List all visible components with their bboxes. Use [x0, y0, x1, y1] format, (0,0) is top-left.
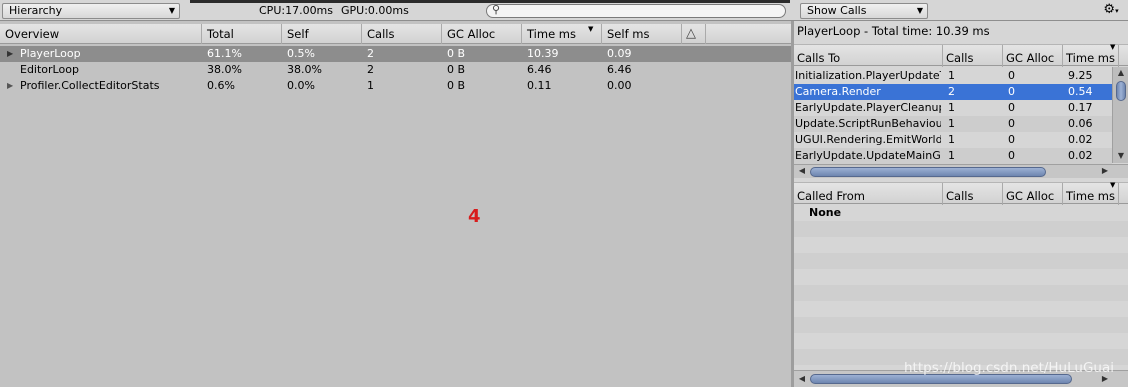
detail-mode-dropdown[interactable]: Show Calls ▼	[800, 3, 928, 19]
empty-row	[794, 317, 1128, 333]
toolbar-top-divider	[190, 0, 790, 3]
called-from-header: Called From Calls GC Alloc Time ms ▼	[794, 181, 1128, 205]
profiler-toolbar: Hierarchy ▼ CPU:17.00ms GPU:0.00ms ⚲ Sho…	[0, 0, 1128, 21]
sort-descending-icon: ▼	[1110, 181, 1116, 189]
column-called-from[interactable]: Called From	[794, 183, 943, 205]
column-gc-alloc[interactable]: GC Alloc	[1003, 183, 1063, 205]
column-self[interactable]: Self	[282, 24, 362, 44]
hierarchy-header: Overview Total Self Calls GC Alloc Time …	[0, 24, 791, 44]
empty-row	[794, 301, 1128, 317]
list-item[interactable]: Camera.Render 2 0 0.54	[794, 84, 1112, 100]
column-total[interactable]: Total	[202, 24, 282, 44]
gear-icon[interactable]: ⚙▾	[1100, 2, 1122, 18]
column-time-ms-label: Time ms	[527, 27, 576, 41]
column-gc-alloc[interactable]: GC Alloc	[442, 24, 522, 44]
dropdown-arrow-icon: ▼	[916, 6, 923, 15]
column-overview[interactable]: Overview	[0, 24, 202, 44]
column-self-ms[interactable]: Self ms	[602, 24, 682, 44]
scroll-left-arrow-icon[interactable]: ◀	[796, 374, 808, 383]
list-item[interactable]: EarlyUpdate.PlayerCleanupCachedData 1 0 …	[794, 100, 1112, 116]
table-row[interactable]: ▶ Profiler.CollectEditorStats 0.6% 0.0% …	[0, 78, 791, 94]
details-title: PlayerLoop - Total time: 10.39 ms	[797, 24, 990, 38]
expand-arrow-icon[interactable]: ▶	[7, 78, 13, 94]
list-item[interactable]: Update.ScriptRunBehaviourUpdate 1 0 0.06	[794, 116, 1112, 132]
column-gc-alloc[interactable]: GC Alloc	[1003, 45, 1063, 67]
table-row[interactable]: EditorLoop 38.0% 38.0% 2 0 B 6.46 6.46	[0, 62, 791, 78]
calls-to-horizontal-scrollbar[interactable]: ◀ ▶	[794, 164, 1128, 178]
sort-descending-icon: ▼	[1110, 43, 1116, 51]
empty-row	[794, 333, 1128, 349]
column-calls[interactable]: Calls	[943, 183, 1003, 205]
scroll-left-arrow-icon[interactable]: ◀	[796, 166, 808, 175]
empty-row	[794, 269, 1128, 285]
table-row[interactable]: ▶ PlayerLoop 61.1% 0.5% 2 0 B 10.39 0.09	[0, 46, 791, 62]
annotation-marker: 4	[468, 206, 481, 227]
view-mode-dropdown[interactable]: Hierarchy ▼	[2, 3, 180, 19]
scrollbar-thumb[interactable]	[1116, 81, 1126, 101]
empty-row	[794, 285, 1128, 301]
detail-mode-label: Show Calls	[807, 4, 867, 17]
calls-to-vertical-scrollbar[interactable]: ▲ ▼	[1112, 67, 1128, 163]
scroll-down-arrow-icon[interactable]: ▼	[1113, 151, 1128, 161]
sort-descending-icon: ▼	[588, 25, 594, 33]
column-calls[interactable]: Calls	[943, 45, 1003, 67]
list-item[interactable]: EarlyUpdate.UpdateMainGameViewRect 1 0 0…	[794, 148, 1112, 164]
calls-to-header: Calls To Calls GC Alloc Time ms ▼	[794, 43, 1128, 67]
list-item[interactable]: None	[794, 205, 1128, 221]
view-mode-label: Hierarchy	[9, 4, 63, 17]
column-time-ms[interactable]: Time ms ▼	[522, 24, 602, 44]
watermark: https://blog.csdn.net/HuLuGuai	[904, 360, 1114, 376]
empty-row	[794, 221, 1128, 237]
column-calls[interactable]: Calls	[362, 24, 442, 44]
warning-icon: △	[686, 26, 696, 41]
empty-row	[794, 237, 1128, 253]
details-panel: PlayerLoop - Total time: 10.39 ms Calls …	[794, 21, 1128, 387]
list-item[interactable]: UGUI.Rendering.EmitWorldScreenspaceCamer…	[794, 132, 1112, 148]
search-icon: ⚲	[492, 3, 501, 16]
scroll-right-arrow-icon[interactable]: ▶	[1099, 166, 1111, 175]
list-item[interactable]: Initialization.PlayerUpdateTime 1 0 9.25	[794, 68, 1112, 84]
scroll-up-arrow-icon[interactable]: ▲	[1113, 68, 1128, 78]
gpu-time: GPU:0.00ms	[341, 4, 409, 17]
hierarchy-panel: Overview Total Self Calls GC Alloc Time …	[0, 22, 791, 387]
dropdown-arrow-icon: ▼	[168, 6, 175, 15]
column-calls-to[interactable]: Calls To	[794, 45, 943, 67]
search-input[interactable]: ⚲	[486, 3, 786, 18]
scrollbar-thumb[interactable]	[810, 167, 1046, 177]
cpu-time: CPU:17.00ms	[259, 4, 334, 17]
expand-arrow-icon[interactable]: ▶	[7, 46, 13, 62]
empty-row	[794, 253, 1128, 269]
